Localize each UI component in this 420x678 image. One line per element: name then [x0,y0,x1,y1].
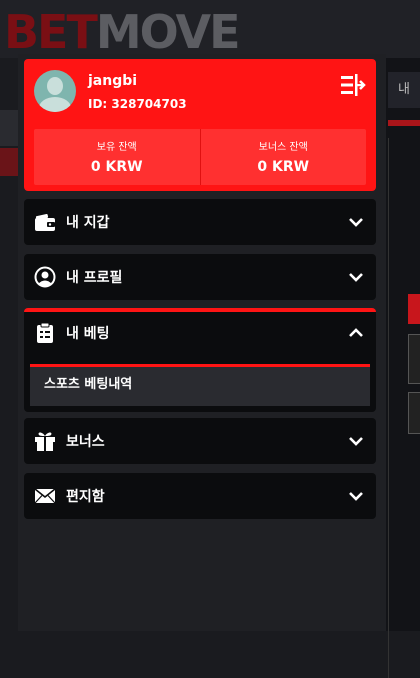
background-panel [0,110,18,146]
bonus-balance-label: 보너스 잔액 [258,142,308,153]
background-button[interactable] [408,294,420,324]
submenu-item-sports-bet-history[interactable]: 스포츠 베팅내역 [30,364,370,406]
bonus-balance-value: 0 KRW [257,159,310,175]
user-id: ID: 328704703 [88,97,187,111]
profile-card: jangbi ID: 328704703 보유 잔액 0 KRW 보너스 잔액 … [24,59,376,191]
menu-item-label: 내 지갑 [66,215,110,231]
clipboard-icon [34,322,56,344]
background-divider [388,120,420,126]
collapse-menu-icon[interactable] [340,73,366,97]
bonus-balance: 보너스 잔액 0 KRW [199,129,367,185]
envelope-icon [34,485,56,507]
menu-item-betting: 내 베팅 스포츠 베팅내역 [24,308,376,412]
cash-balance: 보유 잔액 0 KRW [34,129,200,185]
menu-item-bonus[interactable]: 보너스 [24,418,376,464]
username: jangbi [88,73,138,89]
background-tab[interactable]: 내 [388,72,420,108]
chevron-down-icon[interactable] [348,269,364,285]
menu-item-profile[interactable]: 내 프로필 [24,254,376,300]
menu-item-label: 내 프로필 [66,270,123,286]
menu-item-label: 보너스 [66,434,105,450]
menu-item-label: 내 베팅 [66,326,110,342]
side-drawer: jangbi ID: 328704703 보유 잔액 0 KRW 보너스 잔액 … [18,54,386,631]
menu-item-wallet[interactable]: 내 지갑 [24,199,376,245]
background-field[interactable] [408,392,420,434]
gift-icon [34,430,56,452]
menu-item-mailbox[interactable]: 편지함 [24,473,376,519]
cash-balance-label: 보유 잔액 [96,142,137,153]
wallet-icon [34,211,56,233]
user-circle-icon [34,266,56,288]
chevron-down-icon[interactable] [348,433,364,449]
site-logo[interactable]: BETMOVE [4,6,241,58]
menu-item-label: 편지함 [66,489,105,505]
background-field[interactable] [408,334,420,384]
background-content: 내 [386,58,420,678]
chevron-up-icon[interactable] [348,325,364,341]
menu-item-betting-header[interactable]: 내 베팅 [24,312,376,354]
balance-panel: 보유 잔액 0 KRW 보너스 잔액 0 KRW [34,129,366,185]
chevron-down-icon[interactable] [348,214,364,230]
avatar [34,70,76,112]
chevron-down-icon[interactable] [348,488,364,504]
cash-balance-value: 0 KRW [90,159,143,175]
background-panel [0,148,18,176]
